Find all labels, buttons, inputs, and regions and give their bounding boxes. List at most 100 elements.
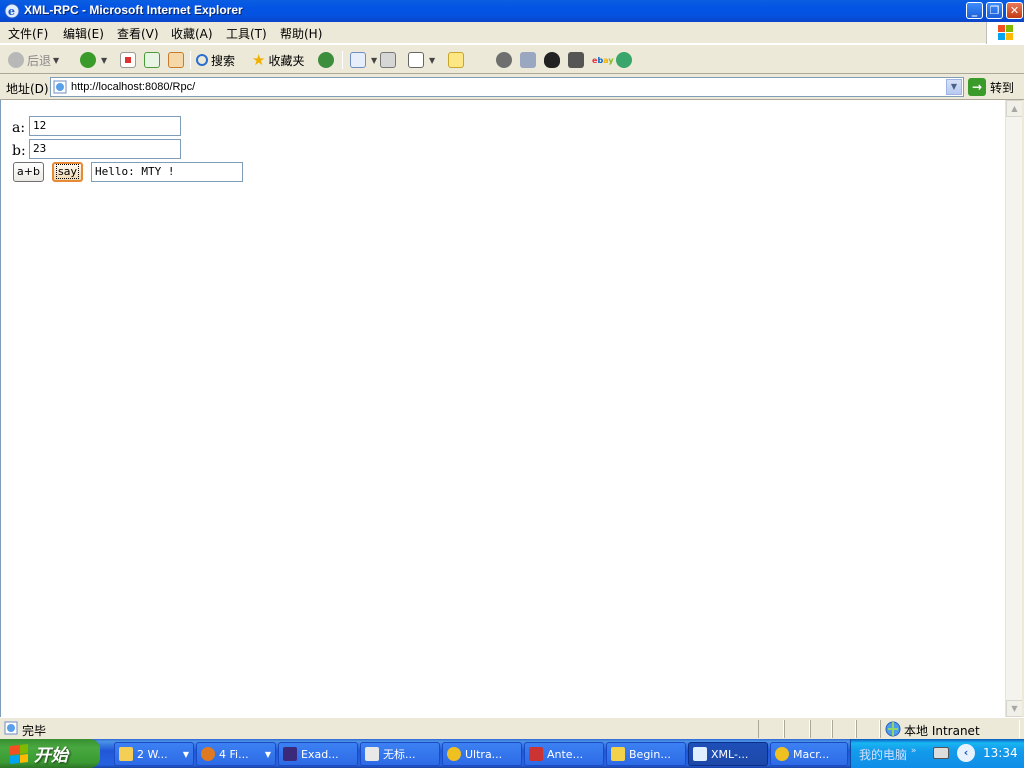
- mail-button[interactable]: ▼: [350, 50, 377, 70]
- qq-penguin-icon: [544, 52, 560, 68]
- b-label: b:: [12, 143, 26, 159]
- notes-button[interactable]: [448, 50, 467, 70]
- note-icon: [448, 52, 464, 68]
- intranet-icon: [885, 721, 901, 737]
- refresh-icon: [144, 52, 160, 68]
- menu-help[interactable]: 帮助(H): [280, 25, 322, 42]
- address-input[interactable]: http://localhost:8080/Rpc/ ▼: [50, 77, 964, 97]
- firefox-icon: [201, 747, 215, 761]
- tray-my-computer[interactable]: 我的电脑 »: [859, 746, 916, 763]
- block-button[interactable]: [496, 50, 515, 70]
- task-beginning[interactable]: Begin...: [606, 742, 686, 766]
- print-icon: [380, 52, 396, 68]
- edit-dropdown-icon[interactable]: ▼: [429, 56, 435, 65]
- menu-tools[interactable]: 工具(T): [226, 25, 267, 42]
- start-button[interactable]: 开始: [0, 739, 100, 768]
- page-content: a: 12 b: 23 a+b say Hello: MTY !: [0, 100, 1005, 717]
- task-macromedia[interactable]: Macr...: [770, 742, 848, 766]
- menu-edit[interactable]: 编辑(E): [63, 25, 104, 42]
- taskbar: 开始 2 W... ▼ 4 Fi... ▼ Exad... 无标... Ultra.…: [0, 739, 1024, 768]
- home-button[interactable]: [168, 50, 187, 70]
- status-text: 完毕: [22, 724, 47, 738]
- back-arrow-icon: [8, 52, 24, 68]
- ie-icon: [693, 747, 707, 761]
- b-input[interactable]: 23: [29, 139, 181, 159]
- status-pane: [810, 720, 832, 738]
- forward-button[interactable]: ▼: [80, 50, 107, 70]
- result-input[interactable]: Hello: MTY !: [91, 162, 243, 182]
- windows-flag-icon: [10, 743, 28, 764]
- back-label: 后退: [27, 53, 52, 68]
- page-done-icon: [4, 721, 18, 735]
- vertical-scrollbar[interactable]: ▲ ▼: [1005, 100, 1023, 717]
- task-ant[interactable]: Ante...: [524, 742, 604, 766]
- notepad-icon: [365, 747, 379, 761]
- favorites-label: 收藏夹: [268, 53, 305, 68]
- ebay-icon: ebay: [592, 55, 614, 65]
- stop-button[interactable]: [120, 50, 139, 70]
- home-icon: [168, 52, 184, 68]
- menu-view[interactable]: 查看(V): [117, 25, 159, 42]
- messenger-button[interactable]: [616, 50, 635, 70]
- address-url: http://localhost:8080/Rpc/: [71, 81, 196, 93]
- zone-text: 本地 Intranet: [904, 724, 980, 738]
- expand-chevron-icon[interactable]: »: [911, 746, 917, 756]
- task-label: Begin...: [629, 747, 671, 761]
- task-folder[interactable]: 2 W... ▼: [114, 742, 194, 766]
- task-label: Macr...: [793, 747, 830, 761]
- page-icon: [53, 80, 67, 94]
- edit-button[interactable]: ▼: [408, 50, 435, 70]
- back-dropdown-icon[interactable]: ▼: [53, 56, 59, 65]
- restore-button[interactable]: ❐: [986, 2, 1003, 19]
- close-button[interactable]: ✕: [1006, 2, 1023, 19]
- task-xmlrpc[interactable]: XML-...: [688, 742, 768, 766]
- keyboard-icon[interactable]: [933, 747, 949, 759]
- task-ultraedit[interactable]: Ultra...: [442, 742, 522, 766]
- task-label: 2 W...: [137, 747, 168, 761]
- forward-dropdown-icon[interactable]: ▼: [101, 56, 107, 65]
- a-input[interactable]: 12: [29, 116, 181, 136]
- toolbar-separator: [190, 51, 191, 69]
- task-firefox[interactable]: 4 Fi... ▼: [196, 742, 276, 766]
- scroll-up-icon[interactable]: ▲: [1006, 100, 1023, 117]
- research-button[interactable]: [520, 50, 539, 70]
- address-bar: 地址(D) http://localhost:8080/Rpc/ ▼ → 转到: [0, 74, 1024, 100]
- forward-arrow-icon: [80, 52, 96, 68]
- task-label: Ante...: [547, 747, 584, 761]
- task-label: Exad...: [301, 747, 339, 761]
- history-button[interactable]: [318, 50, 337, 70]
- window-titlebar[interactable]: e XML-RPC - Microsoft Internet Explorer …: [0, 0, 1024, 22]
- mail-dropdown-icon[interactable]: ▼: [371, 56, 377, 65]
- menu-favorites[interactable]: 收藏(A): [171, 25, 213, 42]
- clock[interactable]: 13:34: [983, 746, 1018, 760]
- task-untitled[interactable]: 无标...: [360, 742, 440, 766]
- folder-icon: [119, 747, 133, 761]
- ultraedit-icon: [447, 747, 461, 761]
- macromedia-icon: [775, 747, 789, 761]
- edit-page-icon: [408, 52, 424, 68]
- ebay-button[interactable]: ebay: [592, 50, 614, 70]
- add-button[interactable]: a+b: [13, 162, 44, 182]
- back-circle-icon[interactable]: ‹: [957, 744, 975, 762]
- help-icon: [611, 747, 625, 761]
- go-button[interactable]: → 转到: [968, 78, 1014, 96]
- go-label: 转到: [990, 80, 1015, 95]
- messenger-icon: [616, 52, 632, 68]
- address-dropdown-icon[interactable]: ▼: [946, 79, 962, 95]
- favorites-button[interactable]: ★ 收藏夹: [252, 50, 304, 70]
- back-button[interactable]: 后退 ▼: [8, 50, 59, 70]
- task-exadel[interactable]: Exad...: [278, 742, 358, 766]
- task-group-arrow-icon: ▼: [264, 749, 271, 759]
- media-button[interactable]: [568, 50, 587, 70]
- scroll-down-icon[interactable]: ▼: [1006, 700, 1023, 717]
- print-button[interactable]: [380, 50, 399, 70]
- menu-file[interactable]: 文件(F): [8, 25, 48, 42]
- refresh-button[interactable]: [144, 50, 163, 70]
- tray-my-computer-label: 我的电脑: [859, 748, 908, 762]
- say-button[interactable]: say: [52, 162, 83, 182]
- status-bar: 完毕 本地 Intranet: [0, 717, 1024, 739]
- qq-button[interactable]: [544, 50, 563, 70]
- search-button[interactable]: 搜索: [196, 50, 235, 70]
- block-icon: [496, 52, 512, 68]
- minimize-button[interactable]: _: [966, 2, 983, 19]
